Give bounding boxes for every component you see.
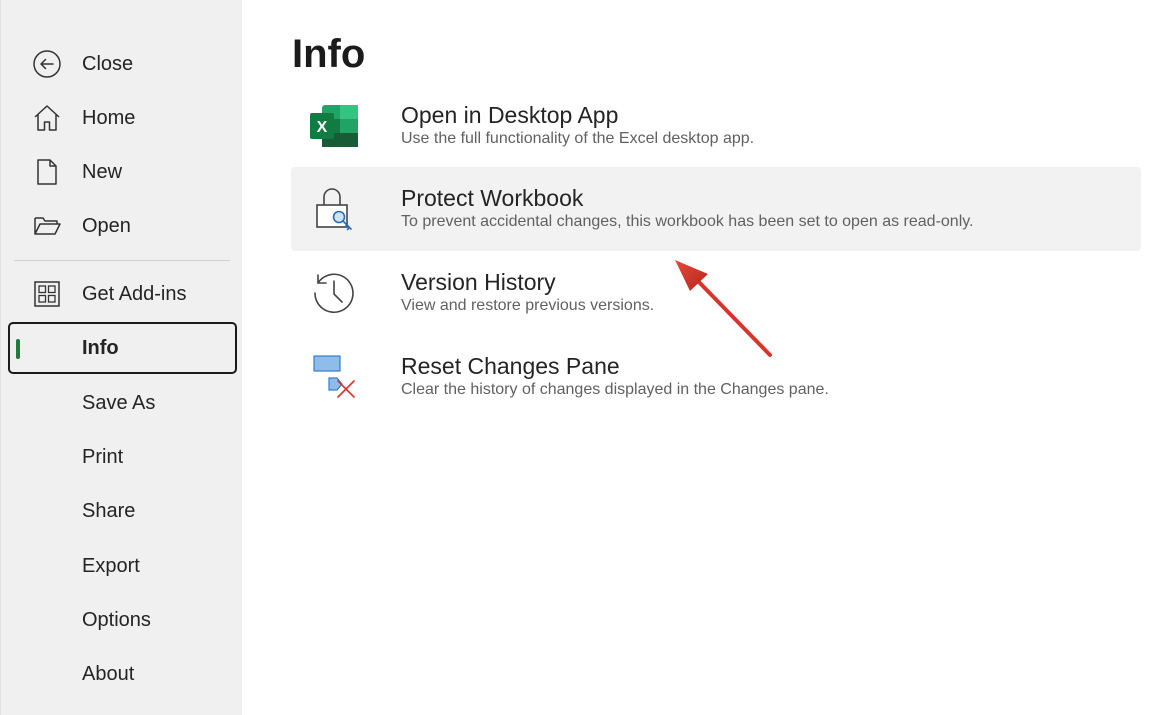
- option-title: Reset Changes Pane: [401, 353, 620, 379]
- nav-print[interactable]: Print: [8, 431, 237, 483]
- option-title: Open in Desktop App: [401, 102, 619, 128]
- nav-open-label: Open: [82, 214, 131, 237]
- nav-options[interactable]: Options: [8, 594, 237, 646]
- nav-get-add-ins[interactable]: Get Add-ins: [8, 268, 237, 320]
- nav-export[interactable]: Export: [8, 540, 237, 592]
- nav-save-as-label: Save As: [82, 391, 156, 414]
- nav-info[interactable]: Info: [8, 322, 237, 374]
- option-description: Clear the history of changes displayed i…: [401, 381, 829, 398]
- open-in-desktop-app-option[interactable]: X Open in Desktop App Use the full funct…: [291, 84, 1141, 168]
- add-ins-grid-icon: [32, 279, 62, 309]
- open-folder-icon: [32, 211, 62, 241]
- version-history-option[interactable]: Version History View and restore previou…: [291, 251, 1141, 335]
- option-description: Use the full functionality of the Excel …: [401, 130, 755, 147]
- option-description: View and restore previous versions.: [401, 297, 655, 314]
- lock-key-icon: [307, 184, 361, 234]
- nav-new-label: New: [82, 160, 123, 183]
- active-indicator: [16, 339, 20, 359]
- nav-open[interactable]: Open: [8, 200, 237, 252]
- info-pane: Info X Open in Desktop App Use the full …: [242, 0, 1164, 715]
- nav-save-as[interactable]: Save As: [8, 377, 237, 429]
- nav-print-label: Print: [82, 445, 124, 468]
- nav-share[interactable]: Share: [8, 485, 237, 537]
- option-description: To prevent accidental changes, this work…: [401, 213, 974, 230]
- excel-icon: X: [307, 101, 361, 151]
- nav-home[interactable]: Home: [8, 92, 237, 144]
- protect-workbook-option[interactable]: Protect Workbook To prevent accidental c…: [291, 167, 1141, 251]
- reset-changes-pane-option[interactable]: Reset Changes Pane Clear the history of …: [291, 335, 1141, 419]
- history-clock-icon: [307, 268, 361, 318]
- nav-new[interactable]: New: [8, 146, 237, 198]
- nav-export-label: Export: [82, 554, 140, 577]
- nav-get-add-ins-label: Get Add-ins: [82, 282, 187, 305]
- option-title: Protect Workbook: [401, 185, 584, 211]
- nav-options-label: Options: [82, 608, 151, 631]
- nav-about[interactable]: About: [8, 648, 237, 700]
- page-title: Info: [292, 32, 366, 76]
- svg-text:X: X: [317, 119, 328, 136]
- back-arrow-icon: [32, 49, 62, 79]
- reset-changes-icon: [307, 352, 361, 402]
- nav-about-label: About: [82, 662, 135, 685]
- nav-home-label: Home: [82, 106, 136, 129]
- new-document-icon: [32, 157, 62, 187]
- option-title: Version History: [401, 269, 556, 295]
- home-icon: [32, 103, 62, 133]
- nav-close[interactable]: Close: [8, 38, 237, 90]
- nav-share-label: Share: [82, 499, 136, 522]
- nav-close-label: Close: [82, 52, 134, 75]
- backstage-sidebar: Close Home New Open Get Add-ins Info Sav…: [0, 0, 242, 715]
- nav-divider: [14, 260, 230, 261]
- nav-info-label: Info: [82, 336, 119, 359]
